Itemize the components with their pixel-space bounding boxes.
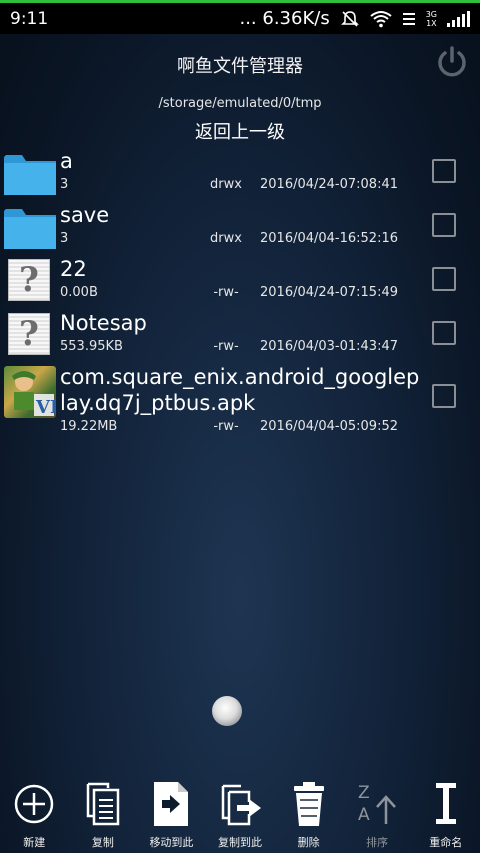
file-size: 3 [60, 177, 69, 192]
file-date: 2016/04/04-16:52:16 [260, 231, 399, 246]
unknown-file-icon: ? [4, 311, 56, 357]
network-type-top: 3G [425, 9, 437, 19]
status-bar: 9:11 ... 6.36K/s 3G 1X [0, 0, 480, 34]
current-path: /storage/emulated/0/tmp [158, 96, 322, 111]
go-up-button[interactable]: 返回上一级 [0, 118, 480, 144]
file-permissions: -rw- [213, 419, 239, 434]
move-here-label: 移动到此 [149, 836, 194, 849]
file-date: 2016/04/03-01:43:47 [260, 339, 399, 354]
delete-button[interactable]: 删除 [274, 778, 343, 853]
file-size: 19.22MB [60, 419, 118, 434]
new-label: 新建 [23, 836, 46, 849]
copy-here-button[interactable]: 复制到此 [206, 778, 275, 853]
status-time: 9:11 [10, 8, 49, 29]
sort-icon: Z A [358, 783, 397, 825]
file-meta: 553.95KB -rw- 2016/04/03-01:43:47 [60, 339, 410, 355]
folder-icon [4, 149, 56, 195]
copy-to-icon [221, 784, 262, 826]
add-circle-icon [15, 784, 54, 824]
apk-icon: VII [4, 366, 56, 418]
file-name: save [60, 203, 110, 227]
file-meta: 19.22MB -rw- 2016/04/04-05:09:52 [60, 419, 410, 435]
select-checkbox[interactable] [432, 321, 456, 345]
svg-text:VII: VII [35, 397, 56, 418]
copy-label: 复制 [91, 836, 114, 849]
status-indicators: ... 6.36K/s 3G 1X [239, 8, 470, 29]
bottom-toolbar: 新建 复制 移动到此 复制到此 删除 Z A 排序 重命名 [0, 778, 480, 853]
copy-icon [86, 782, 120, 826]
rename-label: 重命名 [429, 836, 463, 849]
file-date: 2016/04/24-07:08:41 [260, 177, 399, 192]
file-row[interactable]: ? 22 0.00B -rw- 2016/04/24-07:15:49 [0, 252, 480, 306]
file-meta: 3 drwx 2016/04/04-16:52:16 [60, 231, 410, 247]
file-permissions: -rw- [213, 285, 239, 300]
file-size: 553.95KB [60, 339, 123, 354]
move-here-button[interactable]: 移动到此 [137, 778, 206, 853]
file-permissions: drwx [210, 177, 242, 192]
svg-text:Z: Z [358, 783, 370, 803]
sort-label: 排序 [366, 836, 389, 849]
file-date: 2016/04/24-07:15:49 [260, 285, 399, 300]
file-meta: 0.00B -rw- 2016/04/24-07:15:49 [60, 285, 410, 301]
app-title: 啊鱼文件管理器 [177, 56, 303, 77]
file-permissions: -rw- [213, 339, 239, 354]
file-list: a 3 drwx 2016/04/24-07:08:41 save 3 drwx… [0, 144, 480, 440]
wifi-icon [370, 10, 392, 27]
select-checkbox[interactable] [432, 267, 456, 291]
sort-button[interactable]: Z A 排序 [343, 778, 412, 853]
file-size: 3 [60, 231, 69, 246]
move-file-icon [154, 782, 189, 826]
file-name: a [60, 149, 73, 173]
rename-icon [435, 783, 456, 824]
file-name: 22 [60, 257, 87, 281]
unknown-file-icon: ? [4, 257, 56, 303]
file-permissions: drwx [210, 231, 242, 246]
copy-button[interactable]: 复制 [69, 778, 138, 853]
new-button[interactable]: 新建 [0, 778, 69, 853]
rename-button[interactable]: 重命名 [411, 778, 480, 853]
signal-icon [447, 10, 470, 27]
delete-label: 删除 [297, 836, 320, 849]
select-checkbox[interactable] [432, 213, 456, 237]
select-checkbox[interactable] [432, 384, 456, 408]
copy-here-label: 复制到此 [218, 836, 263, 849]
file-date: 2016/04/04-05:09:52 [260, 419, 399, 434]
svg-text:A: A [358, 805, 370, 825]
select-checkbox[interactable] [432, 159, 456, 183]
trash-icon [293, 782, 324, 826]
file-size: 0.00B [60, 285, 98, 300]
floating-ball-button[interactable] [212, 696, 242, 726]
network-type-badge: 3G 1X [426, 10, 437, 28]
file-row[interactable]: save 3 drwx 2016/04/04-16:52:16 [0, 198, 480, 252]
net-speed: ... 6.36K/s [239, 8, 330, 29]
file-row[interactable]: VII com.square_enix.android_googleplay.d… [0, 360, 480, 440]
data-icon [402, 12, 415, 25]
network-type-bottom: 1X [426, 18, 437, 28]
power-icon[interactable] [434, 44, 470, 80]
file-row[interactable]: ? Notesap 553.95KB -rw- 2016/04/03-01:43… [0, 306, 480, 360]
folder-icon [4, 203, 56, 249]
file-name: Notesap [60, 311, 147, 335]
file-meta: 3 drwx 2016/04/24-07:08:41 [60, 177, 410, 193]
file-name: com.square_enix.android_googleplay.dq7j_… [60, 365, 420, 415]
mute-icon [340, 10, 359, 27]
file-row[interactable]: a 3 drwx 2016/04/24-07:08:41 [0, 144, 480, 198]
